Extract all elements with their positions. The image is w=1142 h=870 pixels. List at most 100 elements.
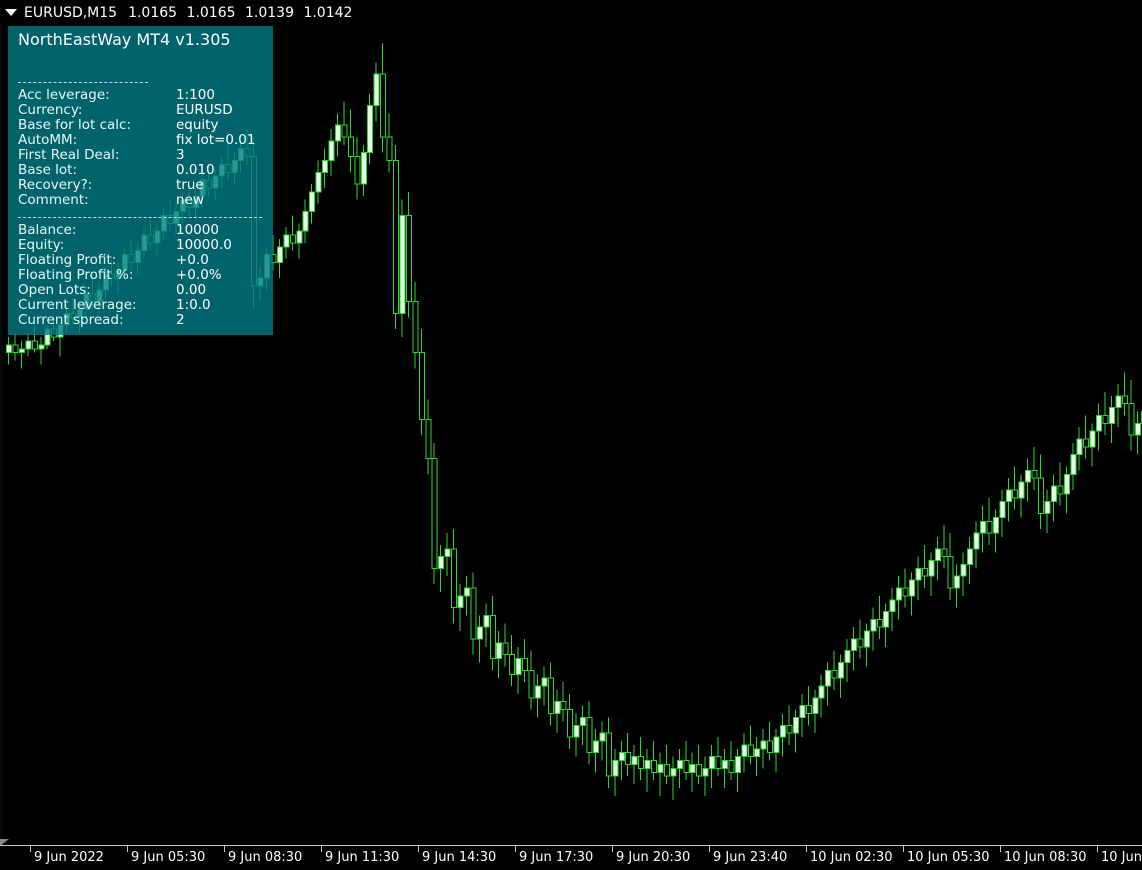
- candlestick: [915, 556, 922, 600]
- time-axis-label: 9 Jun 14:30: [422, 850, 497, 865]
- candlestick: [463, 576, 470, 616]
- candlestick: [528, 650, 535, 710]
- ea-panel-row-value: +0.0: [176, 252, 209, 268]
- time-axis[interactable]: 9 Jun 2022 9 Jun 05:30 9 Jun 08:30 9 Jun 11…: [0, 845, 1142, 870]
- candlestick: [715, 737, 722, 777]
- ea-panel-row-label: Open Lots:: [18, 282, 91, 298]
- ea-panel-row: Comment: new: [18, 193, 270, 208]
- chart-left-border: [0, 25, 3, 845]
- candlestick: [483, 603, 490, 647]
- candlestick: [941, 525, 948, 569]
- candlestick: [399, 199, 406, 337]
- time-axis-tick: [806, 845, 807, 852]
- candlestick: [960, 552, 967, 596]
- chart-title-bar: EURUSD,M15 1.0165 1.0165 1.0139 1.0142: [0, 0, 1142, 25]
- candlestick: [902, 568, 909, 608]
- ea-panel-row-value: true: [176, 177, 204, 193]
- ea-panel-row-value: equity: [176, 117, 219, 133]
- quote-high: 1.0165: [186, 4, 236, 21]
- ea-panel-row-label: Base for lot calc:: [18, 117, 132, 133]
- ea-panel-row-label: Floating Profit %:: [18, 267, 134, 283]
- ea-panel-row: Open Lots: 0.00: [18, 283, 270, 298]
- candlestick: [670, 756, 677, 800]
- ea-panel-row-label: Equity:: [18, 237, 65, 253]
- time-axis-label: 9 Jun 05:30: [131, 850, 206, 865]
- candlestick: [1096, 403, 1103, 451]
- candlestick: [580, 705, 587, 745]
- candlestick: [373, 62, 380, 122]
- candlestick: [767, 721, 774, 761]
- candlestick: [870, 607, 877, 651]
- candlestick: [296, 223, 303, 259]
- ea-panel-row-label: AutoMM:: [18, 132, 78, 148]
- candlestick: [522, 638, 528, 683]
- candlestick: [586, 701, 593, 765]
- candlestick: [1128, 380, 1135, 451]
- ea-panel-row-label: Acc leverage:: [18, 87, 110, 103]
- candlestick: [992, 509, 999, 553]
- ea-panel-row-label: Current spread:: [18, 312, 124, 328]
- ea-panel-row-value: 1:0.0: [176, 297, 211, 313]
- candlestick: [425, 399, 432, 475]
- time-axis-tick: [709, 845, 710, 852]
- ea-panel-row: Current spread: 2: [18, 313, 270, 328]
- candlestick: [831, 650, 838, 690]
- candlestick: [1134, 411, 1141, 455]
- candlestick: [683, 740, 690, 781]
- chart-scroll-marker[interactable]: [0, 839, 9, 846]
- time-axis-tick: [1097, 845, 1098, 852]
- candlestick: [470, 572, 477, 655]
- candlestick: [728, 740, 735, 781]
- candlestick: [1031, 446, 1038, 490]
- candlestick: [360, 144, 367, 196]
- quote-low: 1.0139: [244, 4, 294, 21]
- candlestick: [780, 713, 786, 757]
- candlestick: [625, 733, 632, 777]
- candlestick: [328, 129, 335, 177]
- candlestick: [1102, 391, 1109, 436]
- ea-info-panel[interactable]: NorthEastWay MT4 v1.305 Acc leverage: 1:1…: [8, 26, 273, 335]
- triangle-down-icon[interactable]: [5, 9, 17, 16]
- ea-panel-row-value: 10000: [176, 222, 219, 238]
- candlestick: [334, 113, 341, 157]
- ea-panel-row: Base for lot calc: equity: [18, 118, 270, 133]
- candlestick: [367, 93, 374, 165]
- candlestick: [805, 686, 812, 726]
- candlestick: [12, 333, 19, 361]
- candlestick: [676, 748, 683, 789]
- candlestick: [302, 199, 309, 243]
- candlestick: [909, 572, 915, 616]
- candlestick: [509, 635, 516, 687]
- candlestick: [921, 544, 928, 588]
- candlestick: [541, 666, 548, 706]
- candlestick: [934, 537, 941, 581]
- candlestick: [38, 336, 45, 365]
- time-axis-tick: [30, 845, 31, 852]
- ea-panel-row-value: new: [176, 192, 204, 208]
- candlestick: [812, 689, 819, 734]
- ea-panel-row-label: Base lot:: [18, 162, 78, 178]
- candlestick: [644, 748, 651, 792]
- candlestick: [734, 748, 741, 792]
- candlestick: [818, 674, 825, 718]
- candlestick: [405, 191, 412, 318]
- candlestick: [347, 109, 354, 173]
- time-axis-tick: [321, 845, 322, 852]
- time-axis-label: 9 Jun 11:30: [325, 850, 400, 865]
- chart-symbol-label: EURUSD,M15: [24, 4, 118, 21]
- candlestick: [431, 442, 438, 585]
- candlestick: [838, 654, 845, 698]
- ea-panel-row-label: Floating Profit:: [18, 252, 117, 268]
- ea-panel-row-label: First Real Deal:: [18, 147, 120, 163]
- candlestick: [1044, 489, 1051, 534]
- candlestick: [651, 740, 657, 781]
- candlestick: [289, 215, 296, 251]
- candlestick: [754, 737, 761, 777]
- candlestick: [973, 521, 980, 569]
- candlestick: [1108, 395, 1115, 443]
- candlestick: [773, 729, 780, 773]
- candlestick: [954, 564, 961, 608]
- candlestick: [844, 638, 851, 683]
- candlestick: [1115, 384, 1122, 428]
- candlestick: [663, 744, 670, 785]
